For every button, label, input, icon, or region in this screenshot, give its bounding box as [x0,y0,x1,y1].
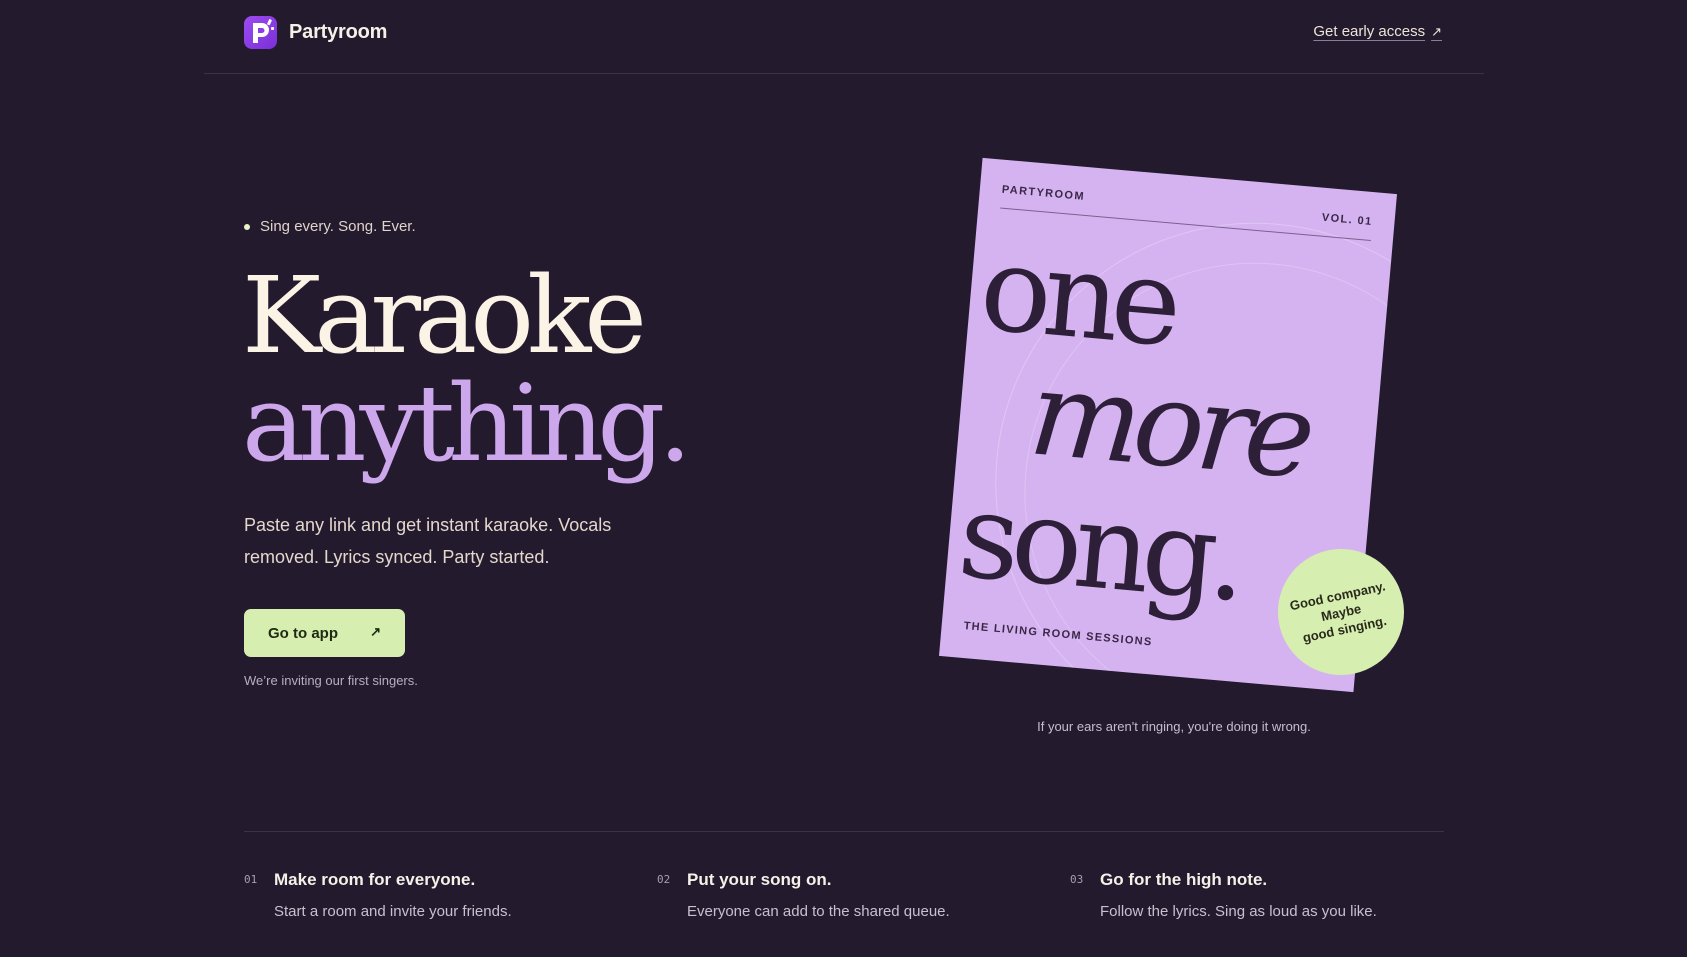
poster-word-one: one [975,218,1180,373]
arrow-up-right-icon: ↗ [370,624,381,639]
hero-headline: Karaoke anything. [242,254,692,485]
feature-number: 01 [244,873,258,886]
feature-description: Start a room and invite your friends. [274,903,512,920]
eyebrow-text: Sing every. Song. Ever. [260,218,416,235]
arrow-up-right-icon: ↗ [1431,23,1442,39]
poster-volume: VOL. 01 [1321,211,1373,229]
go-to-app-label: Go to app [268,624,338,642]
hero-subtext: Paste any link and get instant karaoke. … [244,515,612,567]
features-divider [244,831,1444,832]
poster-brand: PARTYROOM [1001,183,1086,203]
poster-caption: If your ears aren't ringing, you're doin… [1037,719,1311,734]
headline-line-2: anything. [242,362,692,485]
headline-line-1: Karaoke [242,254,647,377]
feature-description: Everyone can add to the shared queue. [687,903,950,920]
feature-title: Go for the high note. [1100,870,1268,889]
poster-word-song: song. [953,465,1246,628]
invite-note: We’re inviting our first singers. [244,673,418,688]
feature-number: 02 [657,873,671,886]
brand-logo[interactable]: Partyroom [244,16,387,49]
partyroom-logo-icon [244,16,277,49]
site-header: Partyroom Get early access ↗ [204,0,1484,74]
hero-eyebrow: Sing every. Song. Ever. [244,218,416,235]
feature-title: Make room for everyone. [274,870,476,889]
landing-page: Partyroom Get early access ↗ Sing every.… [0,0,1687,957]
feature-title: Put your song on. [687,870,832,889]
early-access-label: Get early access [1313,23,1426,40]
bullet-dot-icon [244,223,250,230]
feature-description: Follow the lyrics. Sing as loud as you l… [1100,903,1377,920]
go-to-app-button[interactable]: Go to app ↗ [244,609,405,657]
feature-number: 03 [1070,873,1084,886]
brand-name: Partyroom [289,21,388,43]
get-early-access-link[interactable]: Get early access ↗ [1313,23,1442,40]
